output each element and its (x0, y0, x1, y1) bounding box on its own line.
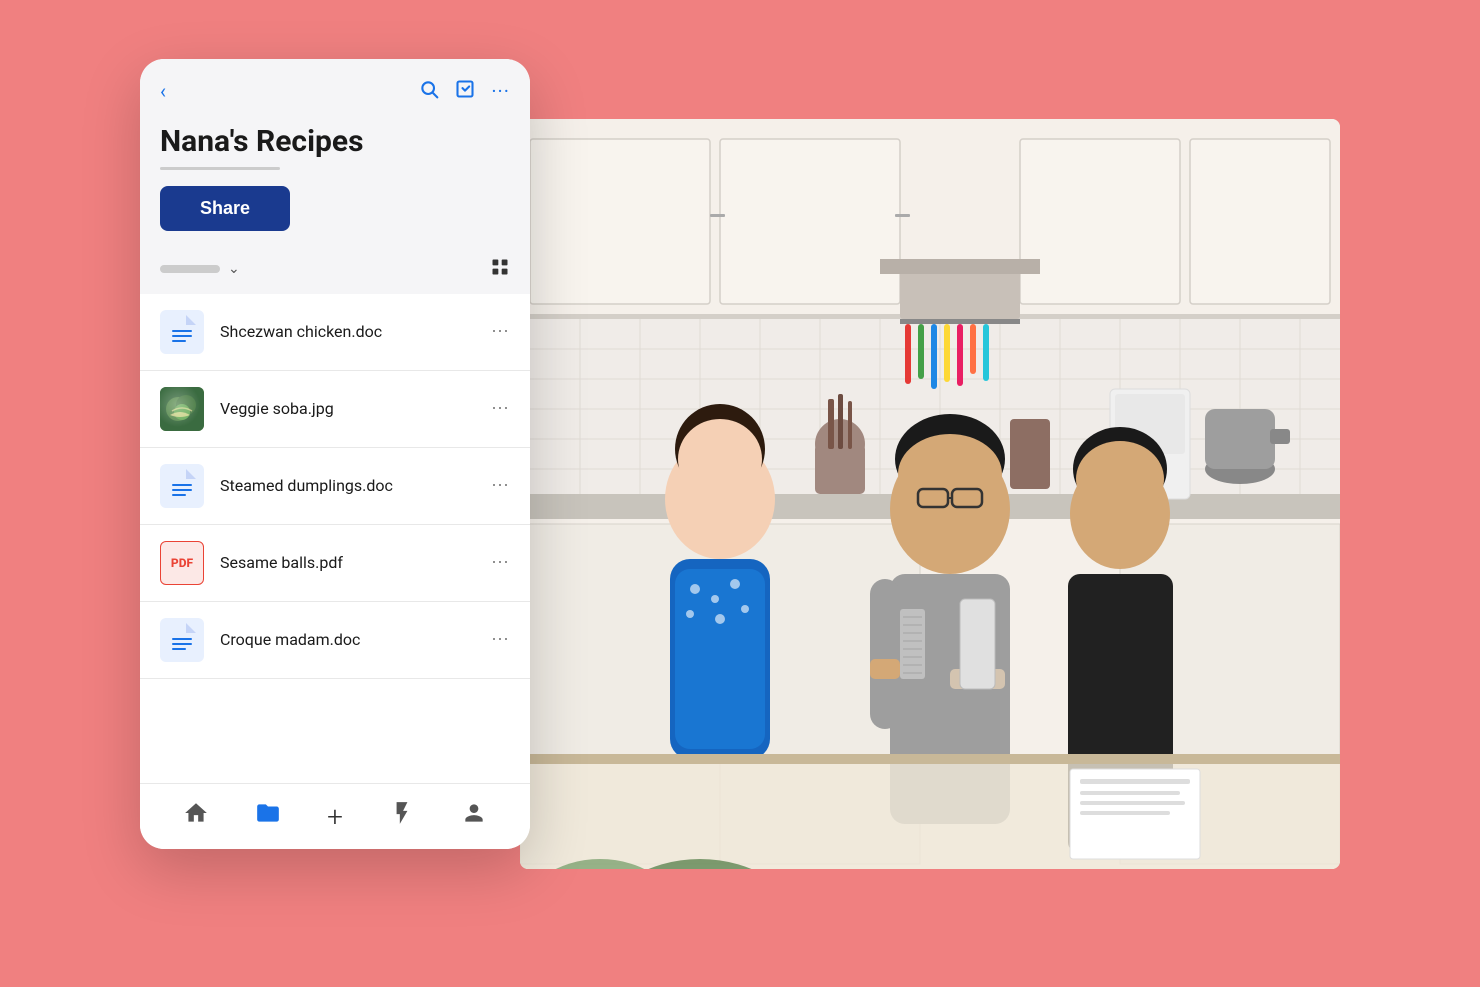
list-item[interactable]: Veggie soba.jpg ⋯ (140, 371, 530, 448)
grid-view-icon[interactable] (490, 257, 510, 282)
file-more-button[interactable]: ⋯ (491, 398, 510, 419)
home-nav-icon[interactable] (183, 800, 209, 832)
checklist-icon[interactable] (455, 79, 475, 104)
header-icons: ‹ ··· (160, 79, 510, 104)
list-item[interactable]: Croque madam.doc ⋯ (140, 602, 530, 679)
bottom-nav: + (140, 783, 530, 849)
share-button[interactable]: Share (160, 186, 290, 231)
lightning-nav-icon[interactable] (389, 800, 415, 832)
filter-pill (160, 265, 220, 273)
folder-title: Nana's Recipes (160, 124, 510, 159)
file-more-button[interactable]: ⋯ (491, 552, 510, 573)
title-underline (160, 167, 280, 170)
file-name: Steamed dumplings.doc (220, 476, 491, 495)
list-item[interactable]: Steamed dumplings.doc ⋯ (140, 448, 530, 525)
scene: ‹ ··· (140, 59, 1340, 929)
back-button[interactable]: ‹ (160, 79, 166, 103)
profile-nav-icon[interactable] (461, 800, 487, 832)
header-right-icons: ··· (419, 79, 510, 104)
file-more-button[interactable]: ⋯ (491, 629, 510, 650)
file-more-button[interactable]: ⋯ (491, 475, 510, 496)
list-item[interactable]: PDF Sesame balls.pdf ⋯ (140, 525, 530, 602)
panel-header: ‹ ··· (140, 59, 530, 245)
file-name: Shcezwan chicken.doc (220, 322, 491, 341)
mobile-panel: ‹ ··· (140, 59, 530, 849)
add-nav-icon[interactable]: + (327, 800, 343, 833)
filter-left: ⌄ (160, 261, 240, 277)
file-list: Shcezwan chicken.doc ⋯ Veggie s (140, 294, 530, 783)
image-thumbnail (160, 387, 204, 431)
search-icon[interactable] (419, 79, 439, 104)
pdf-icon: PDF (160, 541, 204, 585)
doc-icon (160, 618, 204, 662)
doc-icon (160, 310, 204, 354)
kitchen-photo (520, 119, 1340, 869)
more-options-icon[interactable]: ··· (491, 79, 510, 103)
chevron-down-icon[interactable]: ⌄ (228, 261, 240, 277)
file-name: Croque madam.doc (220, 630, 491, 649)
filter-bar: ⌄ (140, 245, 530, 294)
folder-nav-icon[interactable] (255, 800, 281, 832)
file-name: Sesame balls.pdf (220, 553, 491, 572)
file-more-button[interactable]: ⋯ (491, 321, 510, 342)
list-item[interactable]: Shcezwan chicken.doc ⋯ (140, 294, 530, 371)
file-name: Veggie soba.jpg (220, 399, 491, 418)
doc-icon (160, 464, 204, 508)
